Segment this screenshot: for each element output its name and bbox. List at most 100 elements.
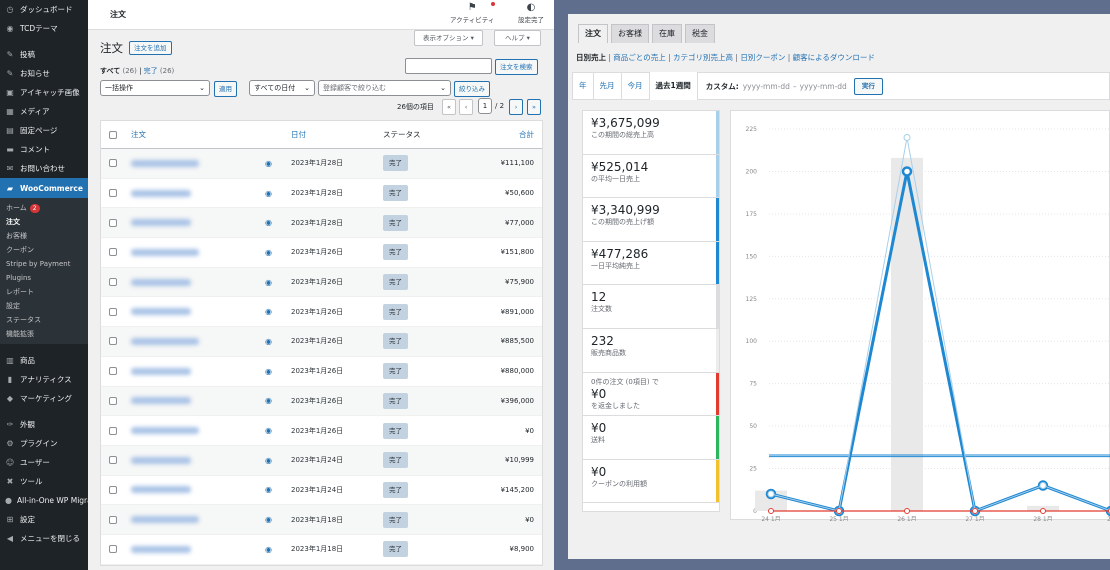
order-name-blurred[interactable] <box>131 486 191 494</box>
select-all-checkbox[interactable] <box>109 130 117 139</box>
col-order[interactable]: 注文 <box>131 129 146 140</box>
row-checkbox[interactable] <box>109 485 117 494</box>
filter-completed[interactable]: 完了 <box>144 67 158 75</box>
table-row[interactable]: ◉ 2023年1月24日 完了 ¥145,200 <box>101 476 542 506</box>
row-checkbox[interactable] <box>109 248 117 257</box>
order-name-blurred[interactable] <box>131 427 199 435</box>
table-row[interactable]: ◉ 2023年1月26日 完了 ¥880,000 <box>101 357 542 387</box>
preview-eye-icon[interactable]: ◉ <box>265 456 272 465</box>
preview-eye-icon[interactable]: ◉ <box>265 545 272 554</box>
activity-button[interactable]: ⚑ アクティビティ <box>450 2 494 24</box>
order-name-blurred[interactable] <box>131 278 191 286</box>
sidebar-item[interactable]: ⚙ プラグイン <box>0 434 88 453</box>
col-total[interactable]: 合計 <box>519 129 534 140</box>
submenu-item[interactable]: 機能拡張 <box>0 327 88 341</box>
row-checkbox[interactable] <box>109 396 117 405</box>
filter-button[interactable]: 絞り込み <box>454 81 490 97</box>
sidebar-item[interactable]: ▬ コメント <box>0 140 88 159</box>
submenu-item[interactable]: お客様 <box>0 229 88 243</box>
report-tab[interactable]: 在庫 <box>652 24 682 43</box>
preview-eye-icon[interactable]: ◉ <box>265 218 272 227</box>
search-orders-button[interactable]: 注文を検索 <box>495 59 538 75</box>
order-name-blurred[interactable] <box>131 248 199 256</box>
sidebar-item[interactable]: ◆ マーケティング <box>0 389 88 408</box>
table-row[interactable]: ◉ 2023年1月26日 完了 ¥151,800 <box>101 238 542 268</box>
preview-eye-icon[interactable]: ◉ <box>265 189 272 198</box>
order-name-blurred[interactable] <box>131 367 191 375</box>
preview-eye-icon[interactable]: ◉ <box>265 278 272 287</box>
sidebar-item[interactable]: ▥ 商品 <box>0 351 88 370</box>
order-name-blurred[interactable] <box>131 159 199 167</box>
col-date[interactable]: 日付 <box>291 129 306 140</box>
report-subnav-link[interactable]: 商品ごとの売上 <box>613 53 665 62</box>
order-name-blurred[interactable] <box>131 337 199 345</box>
report-subnav-link[interactable]: カテゴリ別売上高 <box>673 53 733 62</box>
preview-eye-icon[interactable]: ◉ <box>265 248 272 257</box>
row-checkbox[interactable] <box>109 545 117 554</box>
table-row[interactable]: ◉ 2023年1月28日 完了 ¥77,000 <box>101 208 542 239</box>
stat-item[interactable]: ¥3,340,999 この期間の売上げ額 <box>583 198 719 242</box>
next-page-button[interactable]: › <box>509 99 523 115</box>
table-row[interactable]: ◉ 2023年1月26日 完了 ¥0 <box>101 416 542 446</box>
row-checkbox[interactable] <box>109 307 117 316</box>
sidebar-item[interactable]: ✑ 外観 <box>0 415 88 434</box>
add-order-button[interactable]: 注文を追加 <box>129 41 172 55</box>
table-row[interactable]: ◉ 2023年1月26日 完了 ¥891,000 <box>101 297 542 328</box>
order-name-blurred[interactable] <box>131 545 191 553</box>
order-name-blurred[interactable] <box>131 219 191 227</box>
sidebar-item[interactable]: ▣ アイキャッチ画像 <box>0 83 88 102</box>
row-checkbox[interactable] <box>109 367 117 376</box>
row-checkbox[interactable] <box>109 337 117 346</box>
row-checkbox[interactable] <box>109 278 117 287</box>
table-row[interactable]: ◉ 2023年1月18日 完了 ¥0 <box>101 505 542 535</box>
row-checkbox[interactable] <box>109 189 117 198</box>
submenu-item[interactable]: 設定 <box>0 299 88 313</box>
first-page-button[interactable]: « <box>442 99 456 115</box>
preview-eye-icon[interactable]: ◉ <box>265 515 272 524</box>
table-row[interactable]: ◉ 2023年1月28日 完了 ¥50,600 <box>101 179 542 209</box>
date-to-input[interactable]: yyyy-mm-dd <box>800 82 847 91</box>
row-checkbox[interactable] <box>109 159 117 168</box>
preview-eye-icon[interactable]: ◉ <box>265 367 272 376</box>
prev-page-button[interactable]: ‹ <box>459 99 473 115</box>
preview-eye-icon[interactable]: ◉ <box>265 337 272 346</box>
sidebar-item[interactable]: ▦ メディア <box>0 102 88 121</box>
apply-button[interactable]: 適用 <box>214 81 237 97</box>
table-row[interactable]: ◉ 2023年1月26日 完了 ¥75,900 <box>101 267 542 298</box>
submenu-item[interactable]: Stripe by Payment Plugins <box>0 257 88 285</box>
preview-eye-icon[interactable]: ◉ <box>265 159 272 168</box>
date-from-input[interactable]: yyyy-mm-dd <box>743 82 790 91</box>
table-row[interactable]: ◉ 2023年1月24日 完了 ¥10,999 <box>101 445 542 476</box>
table-row[interactable]: ◉ 2023年1月26日 完了 ¥396,000 <box>101 386 542 417</box>
date-filter-select[interactable]: すべての日付 ⌄ <box>249 80 315 96</box>
report-tab[interactable]: 税金 <box>685 24 715 43</box>
preview-eye-icon[interactable]: ◉ <box>265 307 272 316</box>
report-subnav-link[interactable]: 日別売上 <box>576 53 606 62</box>
submenu-item[interactable]: クーポン <box>0 243 88 257</box>
stat-item[interactable]: 0件の注文 (0項目) で ¥0 を返金しました <box>583 372 719 417</box>
screen-options-button[interactable]: 表示オプション ▾ <box>414 30 483 46</box>
submenu-item[interactable]: ステータス <box>0 313 88 327</box>
sidebar-item[interactable]: ▤ 固定ページ <box>0 121 88 140</box>
sidebar-item[interactable]: ✉ お問い合わせ <box>0 159 88 178</box>
range-option[interactable]: 今月 <box>622 72 650 100</box>
stat-item[interactable]: ¥0 送料 <box>583 416 719 460</box>
submenu-item[interactable]: レポート <box>0 285 88 299</box>
stat-item[interactable]: ¥525,014 の平均一日売上 <box>583 154 719 199</box>
sidebar-item[interactable]: ◉ TCDテーマ <box>0 19 88 38</box>
sidebar-item[interactable]: ⊞ 設定 <box>0 510 88 529</box>
preview-eye-icon[interactable]: ◉ <box>265 426 272 435</box>
stat-item[interactable]: 232 販売商品数 <box>583 328 719 373</box>
customer-filter-select[interactable]: 登録顧客で絞り込む ⌄ <box>318 80 451 96</box>
bulk-action-select[interactable]: 一括操作 ⌄ <box>100 80 210 96</box>
page-number-input[interactable]: 1 <box>478 98 492 114</box>
order-name-blurred[interactable] <box>131 516 199 524</box>
row-checkbox[interactable] <box>109 456 117 465</box>
report-subnav-link[interactable]: 顧客によるダウンロード <box>793 53 875 62</box>
sidebar-item[interactable]: ▮ アナリティクス <box>0 370 88 389</box>
last-page-button[interactable]: » <box>527 99 541 115</box>
order-name-blurred[interactable] <box>131 456 191 464</box>
row-checkbox[interactable] <box>109 218 117 227</box>
submenu-item[interactable]: ホーム 2 <box>0 201 88 215</box>
report-tab[interactable]: 注文 <box>578 24 608 43</box>
